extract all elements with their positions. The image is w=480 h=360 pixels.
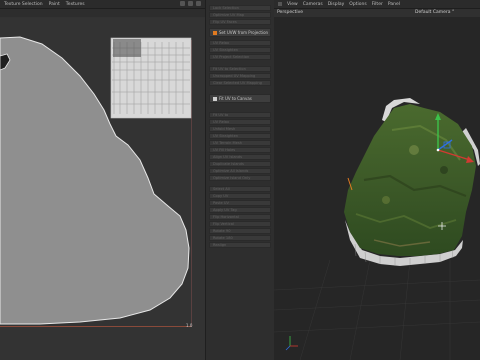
- gizmo-center[interactable]: [436, 148, 440, 152]
- menu-view[interactable]: View: [287, 2, 298, 7]
- maximize-icon[interactable]: [188, 1, 193, 6]
- viewport-menubar: View Cameras Display Options Filter Pane…: [274, 0, 480, 9]
- uv-menubar: Texture Selection Paint Textures: [0, 0, 205, 9]
- menu-textures[interactable]: Textures: [66, 2, 85, 7]
- uv-canvas[interactable]: 1.0: [0, 18, 205, 360]
- uv-canvas-graphics: [0, 36, 192, 327]
- uv-straighten-button[interactable]: UV Straighten: [209, 47, 271, 53]
- viewport-canvas[interactable]: [274, 17, 480, 360]
- menu-paint[interactable]: Paint: [49, 2, 60, 7]
- uv-editor-panel: Texture Selection Paint Textures 1.0: [0, 0, 205, 360]
- world-axis-icon: [285, 336, 298, 351]
- paste-uv-button[interactable]: Paste UV: [209, 200, 271, 206]
- menu-filter[interactable]: Filter: [372, 2, 383, 7]
- uv-relax-button[interactable]: UV Relax: [209, 40, 271, 46]
- projection-icon: [213, 30, 217, 35]
- nav-arrows-icon[interactable]: [180, 1, 185, 6]
- viewport-header: Perspective Default Camera °: [274, 9, 480, 17]
- viewport-camera-type: Perspective: [277, 10, 304, 15]
- texture-thumbnail-dark-area: [113, 39, 141, 57]
- uv-header-icons: [180, 1, 201, 6]
- viewport-panel: View Cameras Display Options Filter Pane…: [274, 0, 480, 360]
- uv-relax-2-button[interactable]: UV Relax: [209, 119, 271, 125]
- uv-project-selection-button[interactable]: UV Project Selection: [209, 54, 271, 60]
- flip-uv-faces-button[interactable]: Flip UV Faces: [209, 19, 271, 25]
- clear-selected-uv-mapping-button[interactable]: Clear Selected UV Mapping: [209, 80, 271, 86]
- realign-button[interactable]: Realign: [209, 242, 271, 248]
- menu-options[interactable]: Options: [349, 2, 366, 7]
- pane-layout-icon[interactable]: [196, 1, 201, 6]
- rotate-90-button[interactable]: Rotate 90: [209, 228, 271, 234]
- align-uv-islands-button[interactable]: Align UV Islands: [209, 154, 271, 160]
- uv-tool-panel: Lock Selection Optimize UV Map Flip UV F…: [205, 0, 275, 360]
- duplicate-islands-button[interactable]: Duplicate Islands: [209, 161, 271, 167]
- fit-uv-to-button[interactable]: Fit UV to: [209, 112, 271, 118]
- copy-uv-button[interactable]: Copy UV: [209, 193, 271, 199]
- set-uvw-from-projection-button[interactable]: Set UVW from Projection: [209, 28, 271, 37]
- viewport-grid: [274, 259, 480, 360]
- fit-canvas-icon: [213, 96, 217, 101]
- menu-cameras[interactable]: Cameras: [303, 2, 323, 7]
- fit-uv-to-selection-button[interactable]: Fit UV to Selection: [209, 66, 271, 72]
- optimize-uv-map-button[interactable]: Optimize UV Map: [209, 12, 271, 18]
- uncropped-uv-mapping-button[interactable]: Uncropped UV Mapping: [209, 73, 271, 79]
- viewport-grip-icon: [278, 2, 282, 6]
- set-uvw-label: Set UVW from Projection: [219, 30, 269, 35]
- uv-terrain-mesh-button[interactable]: UV Terrain Mesh: [209, 140, 271, 146]
- flip-horizontal-button[interactable]: Flip Horizontal: [209, 214, 271, 220]
- uv-boundary-bottom: [0, 326, 192, 327]
- optimize-island-only-button[interactable]: Optimize Island Only: [209, 175, 271, 181]
- select-all-button[interactable]: Select All: [209, 186, 271, 192]
- unfold-mesh-button[interactable]: Unfold Mesh: [209, 126, 271, 132]
- menu-texture-selection[interactable]: Texture Selection: [4, 2, 43, 7]
- viewport-camera-name[interactable]: Default Camera °: [415, 10, 454, 15]
- viewport-graphics: [274, 98, 480, 360]
- uv-fill-holes-button[interactable]: UV Fill Holes: [209, 147, 271, 153]
- lock-selection-button[interactable]: Lock Selection: [209, 5, 271, 11]
- rotate-180-button[interactable]: Rotate 180: [209, 235, 271, 241]
- fit-uv-to-canvas-label: Fit UV to Canvas: [219, 96, 252, 101]
- uv-axis-label: 1.0: [186, 323, 193, 328]
- optimize-all-islands-button[interactable]: Optimize All Islands: [209, 168, 271, 174]
- menu-panel[interactable]: Panel: [388, 2, 400, 7]
- uv-straighten-2-button[interactable]: UV Straighten: [209, 133, 271, 139]
- uv-toolbar: [0, 9, 205, 17]
- apply-uv-tag-button[interactable]: Apply UV Tag: [209, 207, 271, 213]
- flip-vertical-button[interactable]: Flip Vertical: [209, 221, 271, 227]
- menu-display[interactable]: Display: [328, 2, 345, 7]
- fit-uv-to-canvas-button[interactable]: Fit UV to Canvas: [209, 94, 271, 103]
